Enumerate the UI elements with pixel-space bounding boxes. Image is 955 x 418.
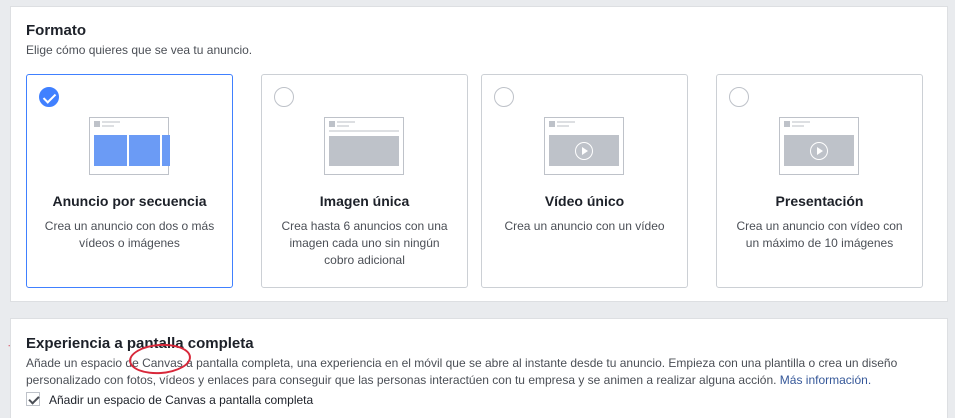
canvas-checkbox-label[interactable]: Añadir un espacio de Canvas a pantalla c…	[49, 393, 313, 407]
format-option-title: Presentación	[775, 193, 864, 209]
format-option-slideshow[interactable]: Presentación Crea un anuncio con vídeo c…	[716, 74, 923, 288]
format-option-carousel[interactable]: Anuncio por secuencia Crea un anuncio co…	[26, 74, 233, 288]
format-option-desc: Crea un anuncio con vídeo con un máximo …	[736, 219, 903, 250]
carousel-preview-icon	[89, 117, 170, 175]
checked-radio-icon[interactable]	[39, 87, 59, 107]
format-option-desc: Crea hasta 6 anuncios con una imagen cad…	[281, 219, 448, 267]
radio-icon[interactable]	[729, 87, 749, 107]
format-title: Formato	[26, 22, 86, 39]
format-option-desc: Crea un anuncio con un vídeo	[504, 219, 665, 233]
format-option-single-video[interactable]: Vídeo único Crea un anuncio con un vídeo	[481, 74, 688, 288]
format-subtitle: Elige cómo quieres que se vea tu anuncio…	[26, 43, 253, 57]
format-section: Formato Elige cómo quieres que se vea tu…	[10, 6, 948, 302]
image-preview-icon	[324, 117, 404, 175]
description-text: Añade un espacio de	[26, 356, 143, 370]
format-option-title: Imagen única	[319, 193, 410, 209]
play-icon	[810, 141, 828, 160]
radio-icon[interactable]	[494, 87, 514, 107]
video-preview-icon	[544, 117, 624, 175]
radio-icon[interactable]	[274, 87, 294, 107]
canvas-checkbox[interactable]	[26, 392, 40, 406]
format-option-single-image[interactable]: Imagen única Crea hasta 6 anuncios con u…	[261, 74, 468, 288]
play-icon	[575, 141, 593, 160]
format-option-title: Vídeo único	[544, 193, 625, 209]
format-option-desc: Crea un anuncio con dos o más vídeos o i…	[44, 219, 215, 250]
more-info-link[interactable]: Más información.	[780, 373, 871, 387]
slideshow-preview-icon	[779, 117, 859, 175]
format-option-title: Anuncio por secuencia	[52, 193, 207, 209]
